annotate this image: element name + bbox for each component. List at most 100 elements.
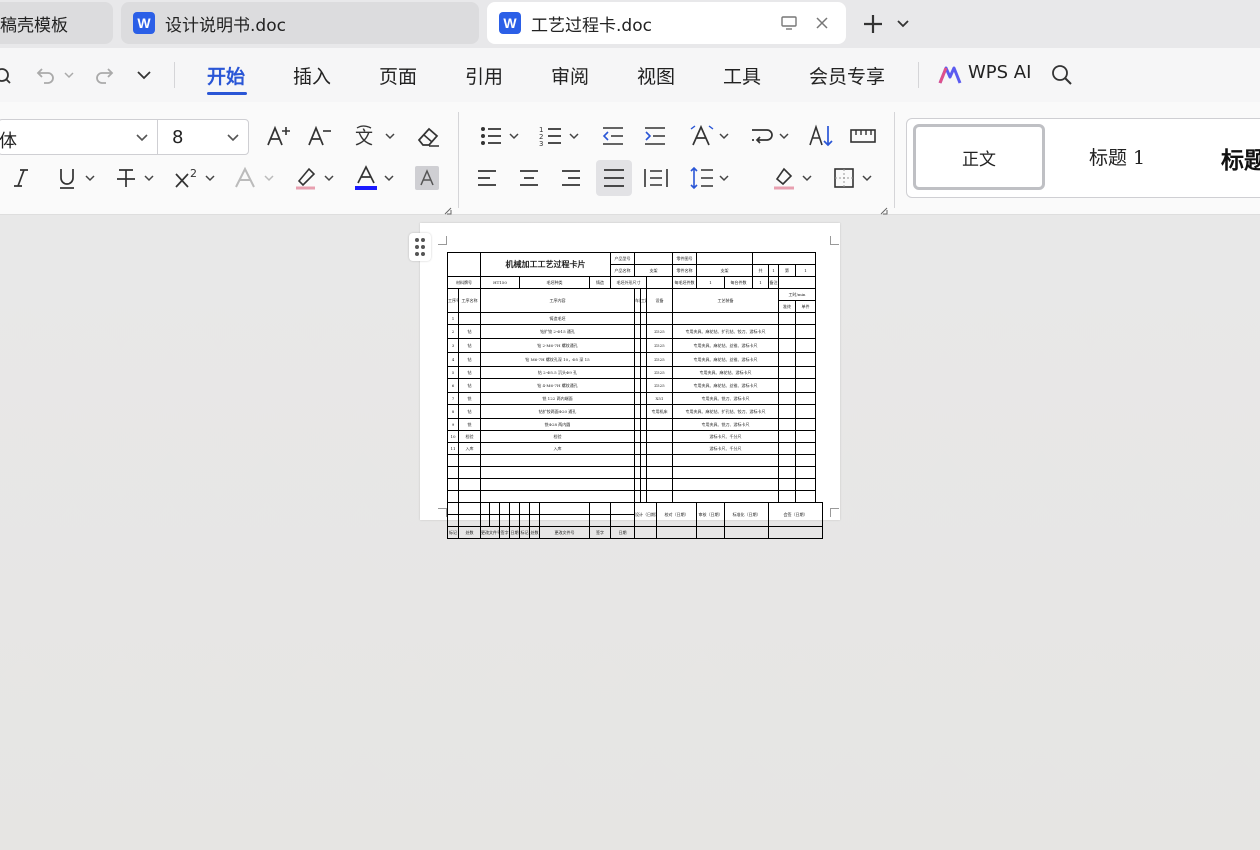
style-heading-1[interactable]: 标题 1 <box>1089 143 1145 170</box>
font-dialog-launcher-icon[interactable] <box>444 200 452 215</box>
ruler-icon[interactable] <box>848 122 878 150</box>
strikethrough-icon[interactable] <box>113 164 139 192</box>
chevron-down-icon[interactable] <box>143 172 155 184</box>
redo-icon[interactable] <box>92 63 116 87</box>
divider <box>894 112 895 208</box>
italic-icon[interactable] <box>8 164 34 192</box>
card-cell <box>795 338 816 353</box>
monitor-icon[interactable] <box>779 13 799 33</box>
paragraph-dialog-launcher-icon[interactable] <box>880 200 888 215</box>
card-cell: 5 <box>447 366 459 379</box>
wps-ai-logo-icon[interactable] <box>938 63 962 87</box>
card-cell: 标记 <box>519 526 530 539</box>
menu-tools[interactable]: 工具 <box>723 62 761 89</box>
card-cell <box>447 478 459 491</box>
shrink-font-icon[interactable] <box>306 122 334 150</box>
card-cell <box>480 466 635 479</box>
card-cell <box>480 490 635 503</box>
line-spacing-icon[interactable] <box>688 164 716 192</box>
superscript-icon[interactable]: 2 <box>172 164 202 192</box>
menu-member[interactable]: 会员专享 <box>809 62 885 89</box>
card-cell: 每台件数 <box>724 276 753 289</box>
card-cell <box>778 478 796 491</box>
align-right-icon[interactable] <box>558 164 584 192</box>
tab-design-doc[interactable]: W 设计说明书.doc <box>121 2 479 44</box>
card-cell: X51 <box>646 392 673 405</box>
wps-ai-button[interactable]: WPS AI <box>968 62 1031 83</box>
card-cell: 检验 <box>458 430 481 443</box>
close-icon[interactable] <box>812 13 832 33</box>
text-direction-icon[interactable] <box>688 122 716 150</box>
table-drag-handle[interactable] <box>409 233 431 261</box>
undo-dropdown-icon[interactable] <box>62 65 76 85</box>
divider <box>918 62 919 88</box>
numbered-list-icon[interactable]: 123 <box>538 122 564 150</box>
card-cell <box>672 312 779 325</box>
menu-insert[interactable]: 插入 <box>293 62 331 89</box>
new-tab-button[interactable] <box>858 9 888 39</box>
grow-font-icon[interactable] <box>265 122 293 150</box>
chevron-down-icon[interactable] <box>801 172 813 184</box>
justify-icon[interactable] <box>596 160 632 196</box>
text-effects-icon[interactable] <box>232 164 260 192</box>
font-name-select[interactable]: 体 <box>0 119 158 155</box>
align-center-icon[interactable] <box>516 164 542 192</box>
chevron-down-icon[interactable] <box>383 172 395 184</box>
line-break-icon[interactable] <box>748 122 776 150</box>
card-cell: 更改文件号 <box>480 526 500 539</box>
clear-format-eraser-icon[interactable] <box>414 122 442 150</box>
bullet-list-icon[interactable] <box>478 122 504 150</box>
decrease-indent-icon[interactable] <box>600 122 626 150</box>
chevron-down-icon[interactable] <box>718 130 730 142</box>
card-cell: 单件 <box>795 300 816 313</box>
chevron-down-icon[interactable] <box>861 172 873 184</box>
character-shading-icon[interactable] <box>415 166 439 190</box>
menu-review[interactable]: 审阅 <box>551 62 589 89</box>
paragraph-shading-icon[interactable] <box>770 164 798 192</box>
search-icon[interactable] <box>1049 62 1075 88</box>
card-cell: 专用夹具、铣刀、游标卡尺 <box>672 392 779 405</box>
tab-list-chevron-icon[interactable] <box>896 13 912 33</box>
menu-page[interactable]: 页面 <box>379 62 417 89</box>
menu-view[interactable]: 视图 <box>637 62 675 89</box>
card-cell <box>458 514 481 527</box>
chevron-down-icon[interactable] <box>384 130 396 142</box>
tab-template[interactable]: 稿壳模板 <box>0 2 113 44</box>
menu-references[interactable]: 引用 <box>465 62 503 89</box>
card-cell: 4 <box>447 352 459 367</box>
print-preview-icon[interactable] <box>0 62 18 88</box>
font-color-icon[interactable] <box>352 164 380 192</box>
card-cell: Z525 <box>646 338 673 353</box>
card-cell: 毛坯种类 <box>519 276 590 289</box>
chevron-down-icon[interactable] <box>718 172 730 184</box>
increase-indent-icon[interactable] <box>642 122 668 150</box>
style-heading-2[interactable]: 标题 <box>1221 141 1260 175</box>
chevron-down-icon[interactable] <box>84 172 96 184</box>
chevron-down-icon[interactable] <box>778 130 790 142</box>
card-cell <box>480 502 490 515</box>
more-chevron-icon[interactable] <box>134 64 154 86</box>
chevron-down-icon[interactable] <box>204 172 216 184</box>
undo-icon[interactable] <box>34 63 58 87</box>
tab-process-card[interactable]: W 工艺过程卡.doc <box>487 2 846 44</box>
highlight-icon[interactable] <box>292 164 320 192</box>
chevron-down-icon[interactable] <box>568 130 580 142</box>
phonetic-guide-icon[interactable]: 文 <box>352 122 382 150</box>
distribute-icon[interactable] <box>642 164 670 192</box>
align-left-icon[interactable] <box>474 164 500 192</box>
menu-home[interactable]: 开始 <box>207 62 245 89</box>
margin-corner-mark <box>830 236 839 245</box>
card-cell: Z525 <box>646 352 673 367</box>
borders-icon[interactable] <box>830 164 858 192</box>
style-normal[interactable]: 正文 <box>913 124 1045 190</box>
sort-icon[interactable] <box>806 122 836 150</box>
chevron-down-icon[interactable] <box>508 130 520 142</box>
card-cell: Z525 <box>646 324 673 339</box>
card-cell <box>447 490 459 503</box>
chevron-down-icon[interactable] <box>263 172 275 184</box>
chevron-down-icon[interactable] <box>323 172 335 184</box>
process-card-table[interactable]: 机械加工工艺过程卡片 产品型号 零件图号 产品名称 支架 零件名称 支架 共 1… <box>447 252 823 539</box>
card-cell: 钻 <box>458 352 481 367</box>
underline-icon[interactable] <box>54 164 80 192</box>
font-size-select[interactable]: 8 <box>157 119 249 155</box>
